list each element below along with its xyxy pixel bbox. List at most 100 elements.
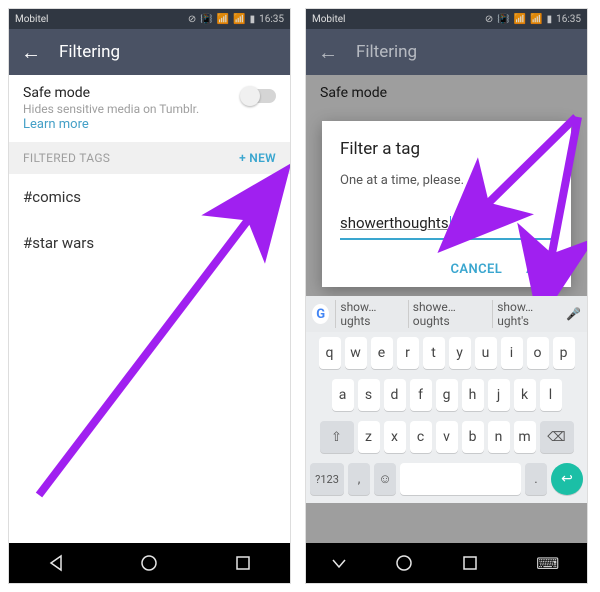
key-x[interactable]: x (384, 421, 406, 453)
back-icon[interactable]: ← (21, 42, 41, 62)
key-z[interactable]: z (358, 421, 380, 453)
key-r[interactable]: r (397, 337, 419, 369)
suggestion[interactable]: show…ught's (492, 300, 560, 328)
signal-icon: 📶 (217, 14, 229, 25)
tag-row[interactable]: #star wars (9, 220, 290, 266)
annotation-arrow (39, 315, 289, 519)
key-t[interactable]: t (423, 337, 445, 369)
suggestion-bar: G show…ughts showe…oughts show…ught's 🎤 (306, 296, 587, 332)
filter-tag-dialog: Filter a tag One at a time, please. show… (322, 121, 571, 287)
safe-mode-title: Safe mode (23, 85, 199, 101)
symbols-key[interactable]: ?123 (310, 463, 344, 495)
google-icon[interactable]: G (312, 304, 329, 324)
key-l[interactable]: l (540, 379, 562, 411)
key-j[interactable]: j (488, 379, 510, 411)
key-row: a s d f g h j k l (306, 374, 587, 416)
safe-mode-row[interactable]: Safe mode Hides sensitive media on Tumbl… (9, 75, 290, 142)
screen-title: Filtering (356, 42, 417, 62)
new-tag-button[interactable]: + NEW (239, 151, 276, 165)
add-button[interactable]: ADD (526, 262, 553, 277)
key-k[interactable]: k (514, 379, 536, 411)
key-h[interactable]: h (462, 379, 484, 411)
nav-home-icon[interactable] (395, 554, 413, 572)
emoji-key[interactable]: ☺ (374, 463, 396, 495)
backspace-key[interactable]: ⌫ (540, 421, 574, 453)
status-bar: Mobitel ⊘ 📳 📶 📶 ▮ 16:35 (9, 9, 290, 29)
status-icons: ⊘ 📳 📶 📶 ▮ 16:35 (188, 14, 284, 25)
key-row: q w e r t y u i o p (306, 332, 587, 374)
clock-label: 16:35 (556, 14, 581, 25)
key-f[interactable]: f (410, 379, 432, 411)
nav-recent-icon[interactable] (461, 554, 479, 572)
dialog-title: Filter a tag (340, 139, 553, 159)
soft-keyboard: G show…ughts showe…oughts show…ught's 🎤 … (306, 296, 587, 503)
signal-icon: 📶 (514, 14, 526, 25)
phone-left: Mobitel ⊘ 📳 📶 📶 ▮ 16:35 ← Filtering Safe… (8, 8, 291, 584)
tag-row[interactable]: #comics (9, 174, 290, 220)
nav-back-icon[interactable] (47, 554, 65, 572)
key-c[interactable]: c (410, 421, 432, 453)
content-area: Safe mode Filter a tag One at a time, pl… (306, 75, 587, 543)
status-bar: Mobitel ⊘ 📳 📶 📶 ▮ 16:35 (306, 9, 587, 29)
tag-input[interactable]: showerthoughts (340, 212, 553, 240)
key-row: ⇧ z x c v b n m ⌫ (306, 416, 587, 458)
dnd-icon: ⊘ (485, 14, 493, 25)
back-icon[interactable]: ← (318, 42, 338, 62)
key-g[interactable]: g (436, 379, 458, 411)
key-n[interactable]: n (488, 421, 510, 453)
key-row: ?123 , ☺ . ↩ (306, 458, 587, 503)
carrier-label: Mobitel (312, 14, 346, 25)
section-title: FILTERED TAGS (23, 151, 110, 165)
key-e[interactable]: e (371, 337, 393, 369)
status-icons: ⊘ 📳 📶 📶 ▮ 16:35 (485, 14, 581, 25)
keyboard-toggle-icon[interactable]: ⌨ (536, 554, 559, 573)
vibrate-icon: 📳 (497, 14, 509, 25)
battery-icon: ▮ (547, 14, 553, 25)
key-d[interactable]: d (384, 379, 406, 411)
key-q[interactable]: q (319, 337, 341, 369)
key-o[interactable]: o (527, 337, 549, 369)
signal-icon-2: 📶 (530, 14, 542, 25)
cancel-button[interactable]: CANCEL (451, 262, 503, 277)
signal-icon-2: 📶 (233, 14, 245, 25)
screen-title: Filtering (59, 42, 120, 62)
content-area: Safe mode Hides sensitive media on Tumbl… (9, 75, 290, 543)
nav-down-icon[interactable] (330, 554, 348, 572)
nav-home-icon[interactable] (140, 554, 158, 572)
safe-mode-desc: Hides sensitive media on Tumblr. (23, 102, 199, 116)
text-cursor (450, 216, 451, 232)
shift-key[interactable]: ⇧ (320, 421, 354, 453)
period-key[interactable]: . (525, 463, 547, 495)
learn-more-link[interactable]: Learn more (23, 117, 199, 132)
tag-input-value: showerthoughts (340, 214, 449, 232)
nav-bar: ⌨ (306, 543, 587, 583)
key-p[interactable]: p (553, 337, 575, 369)
key-a[interactable]: a (332, 379, 354, 411)
key-w[interactable]: w (345, 337, 367, 369)
suggestion[interactable]: show…ughts (335, 300, 401, 328)
key-s[interactable]: s (358, 379, 380, 411)
carrier-label: Mobitel (15, 14, 49, 25)
key-v[interactable]: v (436, 421, 458, 453)
mic-icon[interactable]: 🎤 (566, 307, 581, 321)
key-y[interactable]: y (449, 337, 471, 369)
vibrate-icon: 📳 (200, 14, 212, 25)
key-i[interactable]: i (501, 337, 523, 369)
app-bar: ← Filtering (306, 29, 587, 75)
nav-bar (9, 543, 290, 583)
suggestion[interactable]: showe…oughts (408, 300, 486, 328)
comma-key[interactable]: , (348, 463, 370, 495)
safe-mode-toggle[interactable] (242, 89, 276, 103)
key-m[interactable]: m (514, 421, 536, 453)
space-key[interactable] (400, 463, 521, 495)
nav-recent-icon[interactable] (234, 554, 252, 572)
clock-label: 16:35 (259, 14, 284, 25)
enter-key[interactable]: ↩ (551, 463, 583, 495)
phone-right: Mobitel ⊘ 📳 📶 📶 ▮ 16:35 ← Filtering Safe… (305, 8, 588, 584)
key-u[interactable]: u (475, 337, 497, 369)
battery-icon: ▮ (250, 14, 256, 25)
key-b[interactable]: b (462, 421, 484, 453)
filtered-tags-header: FILTERED TAGS + NEW (9, 142, 290, 174)
dnd-icon: ⊘ (188, 14, 196, 25)
dialog-subtitle: One at a time, please. (340, 173, 553, 188)
